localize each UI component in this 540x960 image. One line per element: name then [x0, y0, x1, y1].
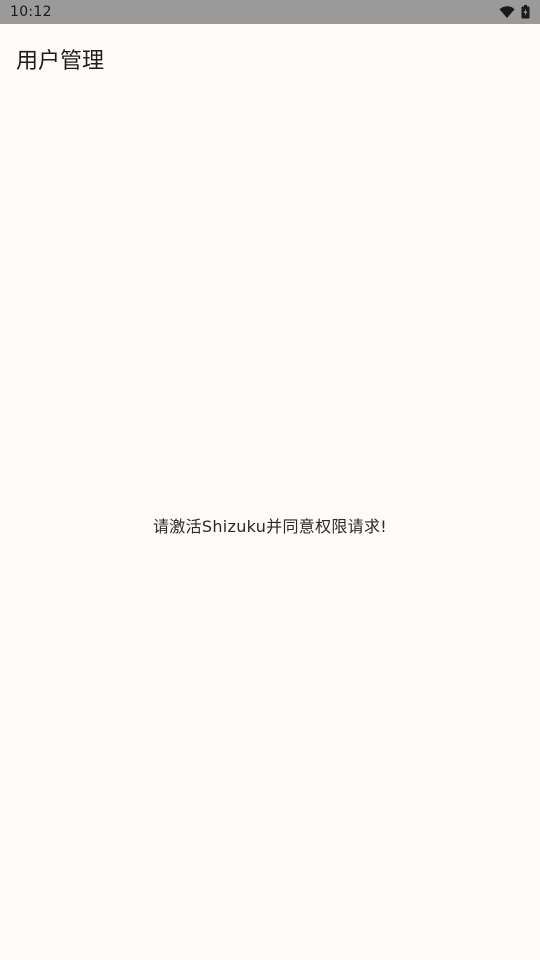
screen: 10:12 用户管理 请激活Shizuku并同意权限请求! [0, 0, 540, 960]
battery-icon [521, 5, 530, 19]
activation-message: 请激活Shizuku并同意权限请求! [152, 517, 387, 536]
status-icons [499, 5, 530, 19]
page-title: 用户管理 [16, 49, 105, 74]
wifi-icon [499, 5, 515, 19]
status-time: 10:12 [10, 4, 52, 20]
status-bar: 10:12 [0, 0, 540, 24]
